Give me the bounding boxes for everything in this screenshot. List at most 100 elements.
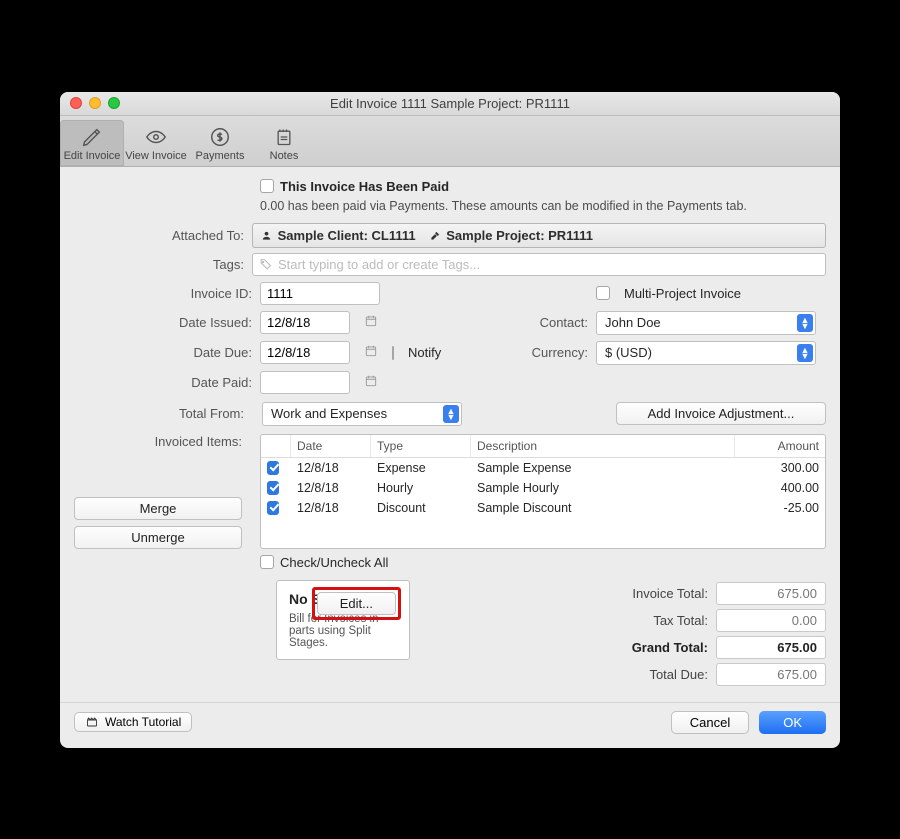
cell-type: Discount	[371, 498, 471, 518]
tab-label: Edit Invoice	[60, 150, 124, 162]
cell-date: 12/8/18	[291, 498, 371, 518]
date-issued-field[interactable]	[260, 311, 350, 334]
date-paid-field[interactable]	[260, 371, 350, 394]
pencil-icon	[60, 124, 124, 150]
tax-total-value: 0.00	[716, 609, 826, 632]
tab-notes[interactable]: Notes	[252, 120, 316, 166]
split-edit-button[interactable]: Edit...	[317, 592, 396, 615]
tab-view-invoice[interactable]: View Invoice	[124, 120, 188, 166]
cell-description: Sample Expense	[471, 458, 735, 478]
date-paid-label: Date Paid:	[74, 375, 260, 390]
tab-payments[interactable]: Payments	[188, 120, 252, 166]
contact-label: Contact:	[516, 315, 596, 330]
table-row[interactable]: 12/8/18HourlySample Hourly400.00	[261, 478, 825, 498]
th-type[interactable]: Type	[371, 435, 471, 457]
table-row[interactable]: 12/8/18DiscountSample Discount-25.00	[261, 498, 825, 518]
zoom-icon[interactable]	[108, 97, 120, 109]
currency-value: $ (USD)	[605, 345, 652, 360]
tag-icon	[259, 258, 272, 271]
calendar-icon[interactable]	[364, 374, 378, 391]
attached-client: Sample Client: CL1111	[261, 228, 416, 243]
split-stages-box: No Split Stages Bill for Invoices in par…	[276, 580, 410, 660]
ok-button[interactable]: OK	[759, 711, 826, 734]
calendar-icon[interactable]	[364, 314, 378, 331]
tab-edit-invoice[interactable]: Edit Invoice	[60, 120, 124, 166]
tab-label: Notes	[252, 150, 316, 162]
check-all-checkbox[interactable]	[260, 555, 274, 569]
cell-type: Expense	[371, 458, 471, 478]
check-all-label: Check/Uncheck All	[280, 555, 388, 570]
cell-description: Sample Discount	[471, 498, 735, 518]
multi-project-checkbox[interactable]	[596, 286, 610, 300]
unmerge-button[interactable]: Unmerge	[74, 526, 242, 549]
cell-date: 12/8/18	[291, 478, 371, 498]
total-from-label: Total From:	[74, 406, 252, 421]
attached-project: Sample Project: PR1111	[430, 228, 593, 243]
watch-tutorial-button[interactable]: Watch Tutorial	[74, 712, 192, 732]
cell-description: Sample Hourly	[471, 478, 735, 498]
table-row[interactable]: 12/8/18ExpenseSample Expense300.00	[261, 458, 825, 478]
paid-checkbox[interactable]	[260, 179, 274, 193]
cell-type: Hourly	[371, 478, 471, 498]
invoice-id-label: Invoice ID:	[74, 286, 260, 301]
tax-total-label: Tax Total:	[596, 613, 716, 628]
date-issued-label: Date Issued:	[74, 315, 260, 330]
toolbar: Edit Invoice View Invoice Payments Notes	[60, 116, 840, 167]
eye-icon	[124, 124, 188, 150]
clapper-icon	[85, 716, 99, 728]
row-checkbox[interactable]	[267, 481, 279, 495]
updown-icon: ▲▼	[797, 344, 813, 362]
contact-select[interactable]: John Doe ▲▼	[596, 311, 816, 335]
currency-select[interactable]: $ (USD) ▲▼	[596, 341, 816, 365]
notify-label: Notify	[408, 345, 441, 360]
contact-value: John Doe	[605, 315, 661, 330]
invoice-total-label: Invoice Total:	[596, 586, 716, 601]
dollar-icon	[188, 124, 252, 150]
cell-amount: 400.00	[735, 478, 825, 498]
invoice-window: Edit Invoice 1111 Sample Project: PR1111…	[60, 92, 840, 748]
edit-highlight: Edit...	[312, 587, 401, 620]
total-due-label: Total Due:	[596, 667, 716, 682]
grand-total-value: 675.00	[716, 636, 826, 659]
total-due-value: 675.00	[716, 663, 826, 686]
invoice-id-field[interactable]	[260, 282, 380, 305]
watch-label: Watch Tutorial	[105, 715, 181, 729]
grand-total-label: Grand Total:	[596, 640, 716, 655]
row-checkbox[interactable]	[267, 501, 279, 515]
add-adjustment-button[interactable]: Add Invoice Adjustment...	[616, 402, 826, 425]
invoice-total-value: 675.00	[716, 582, 826, 605]
minimize-icon[interactable]	[89, 97, 101, 109]
tags-placeholder: Start typing to add or create Tags...	[278, 257, 480, 272]
cancel-button[interactable]: Cancel	[671, 711, 749, 734]
cell-amount: -25.00	[735, 498, 825, 518]
footer: Watch Tutorial Cancel OK	[60, 702, 840, 748]
tags-input[interactable]: Start typing to add or create Tags...	[252, 253, 826, 276]
paid-note: 0.00 has been paid via Payments. These a…	[260, 199, 826, 213]
calendar-icon[interactable]	[364, 344, 378, 361]
merge-button[interactable]: Merge	[74, 497, 242, 520]
notes-icon	[252, 124, 316, 150]
close-icon[interactable]	[70, 97, 82, 109]
th-date[interactable]: Date	[291, 435, 371, 457]
date-due-label: Date Due:	[74, 345, 260, 360]
tab-label: View Invoice	[124, 150, 188, 162]
updown-icon: ▲▼	[797, 314, 813, 332]
invoiced-items-table: Date Type Description Amount 12/8/18Expe…	[260, 434, 826, 549]
tab-label: Payments	[188, 150, 252, 162]
row-checkbox[interactable]	[267, 461, 279, 475]
date-due-field[interactable]	[260, 341, 350, 364]
cell-amount: 300.00	[735, 458, 825, 478]
multi-project-label: Multi-Project Invoice	[624, 286, 741, 301]
notify-checkbox[interactable]	[392, 346, 394, 360]
person-icon	[261, 230, 272, 241]
th-amount[interactable]: Amount	[735, 435, 825, 457]
updown-icon: ▲▼	[443, 405, 459, 423]
attached-to-box[interactable]: Sample Client: CL1111 Sample Project: PR…	[252, 223, 826, 248]
th-description[interactable]: Description	[471, 435, 735, 457]
invoiced-items-label: Invoiced Items:	[74, 434, 242, 449]
tags-label: Tags:	[74, 257, 252, 272]
total-from-select[interactable]: Work and Expenses ▲▼	[262, 402, 462, 426]
cell-date: 12/8/18	[291, 458, 371, 478]
hammer-icon	[430, 230, 441, 241]
window-title: Edit Invoice 1111 Sample Project: PR1111	[330, 96, 570, 111]
